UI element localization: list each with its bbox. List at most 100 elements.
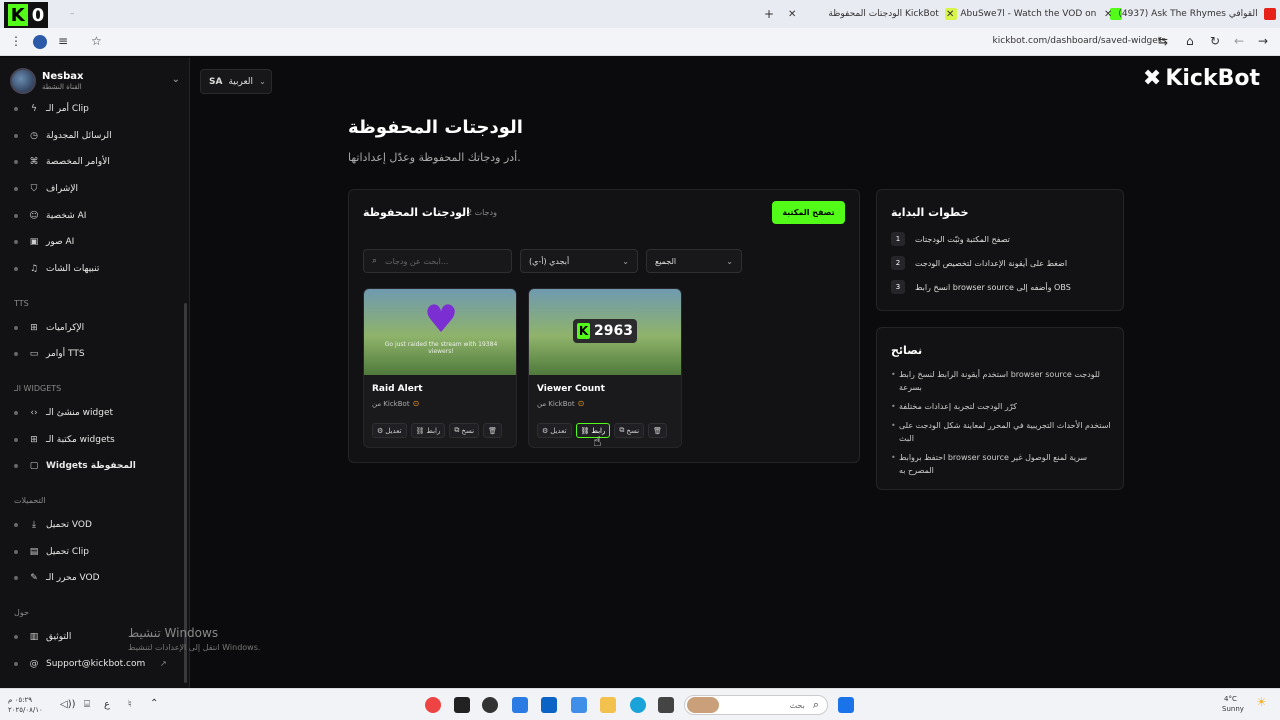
sidebar-item-widget-library[interactable]: ⊞ مكتبة الـ widgets	[14, 432, 115, 448]
chrome-icon[interactable]	[425, 697, 441, 713]
user-switcher[interactable]: Nesbax القناة النشطة ⌄	[10, 66, 182, 96]
new-tab-button[interactable]: +	[764, 4, 774, 24]
sun-icon[interactable]: ☀	[1256, 695, 1267, 709]
language-icon[interactable]: ع	[104, 699, 110, 710]
kickbot-logo[interactable]: ✖ KickBot	[1143, 66, 1260, 91]
duplicate-button[interactable]: ⧉ نسخ	[614, 423, 645, 438]
search-icon: ⌕	[372, 256, 378, 266]
sidebar-item-ai-persona[interactable]: ☺ شخصية AI	[14, 208, 86, 224]
widget-card-viewer-count[interactable]: K 2963 Viewer Count من KickBot ⊙ ⚙ تعديل …	[528, 288, 682, 448]
store-icon[interactable]	[541, 697, 557, 713]
tab-youtube[interactable]: ✕ (4937) Ask The Rhymes القوافي	[1104, 4, 1276, 24]
language-select[interactable]: SA العربية ⌄	[200, 69, 272, 94]
taskbar-search[interactable]: بحث ⌕	[684, 695, 828, 715]
external-link-icon: ↗	[160, 659, 167, 668]
app-icon[interactable]	[454, 697, 470, 713]
sidebar-item-label: محرر الـ VOD	[46, 573, 100, 583]
edit-button[interactable]: ⚙ تعديل	[372, 423, 407, 438]
edit-button[interactable]: ⚙ تعديل	[537, 423, 572, 438]
url-field[interactable]: kickbot.com/dashboard/saved-widgets	[993, 36, 1166, 46]
sidebar-item-scheduled-messages[interactable]: ◷ الرسائل المجدولة	[14, 128, 112, 144]
sidebar-item-docs[interactable]: ▥ التوثيق	[14, 629, 71, 645]
sidebar-item-custom-commands[interactable]: ⌘ الأوامر المخصصة	[14, 154, 110, 170]
microphone-icon[interactable]: ♮	[128, 699, 132, 710]
sidebar-section-tts: TTS	[14, 299, 29, 308]
sidebar-item-clip-download[interactable]: ▤ تحميل Clip	[14, 544, 89, 560]
command-icon: ⌘	[29, 157, 39, 167]
sidebar-item-tips[interactable]: ⊞ الإكراميات	[14, 320, 84, 336]
chevron-down-icon: ⌄	[726, 256, 733, 266]
widget-author: من KickBot ⊙	[537, 399, 585, 408]
sidebar-item-ai-images[interactable]: ▣ صور AI	[14, 234, 74, 250]
close-icon[interactable]: ✕	[946, 9, 954, 20]
close-icon[interactable]: ✕	[788, 9, 796, 20]
sidebar-item-label: Widgets المحفوظة	[46, 461, 136, 471]
edge-icon[interactable]	[630, 697, 646, 713]
tab-vod[interactable]: ✕ AbuSwe7l - Watch the VOD on	[946, 4, 1123, 24]
windows-start-icon[interactable]	[838, 697, 854, 713]
taskbar-date: ٢٠٢٥/٠٨/١٠	[8, 706, 43, 714]
chevron-down-icon[interactable]: ⌄	[172, 74, 180, 85]
obs-icon[interactable]	[482, 697, 498, 713]
search-input[interactable]	[385, 256, 496, 266]
tips-title: نصائح	[891, 344, 923, 357]
widget-author: من KickBot ⊙	[372, 399, 420, 408]
file-icon: ▤	[29, 547, 39, 557]
tab-active[interactable]: ✕ الودجتات المحفوظة KickBot	[788, 4, 957, 24]
folder-icon[interactable]	[600, 697, 616, 713]
search-box[interactable]: ⌕	[363, 249, 512, 273]
window-minimize-icon[interactable]: –	[70, 4, 75, 24]
widget-card-raid-alert[interactable]: ♥ Go just raided the stream with 19384 v…	[363, 288, 517, 448]
sidebar-item-vod-editor[interactable]: ✎ محرر الـ VOD	[14, 570, 100, 586]
sidebar-section-downloads: التحميلات	[14, 496, 46, 505]
bookmark-icon: ▢	[29, 461, 39, 471]
sidebar-item-label: التوثيق	[46, 632, 72, 642]
chevron-up-icon[interactable]: ⌃	[150, 698, 158, 709]
code-icon: ‹›	[30, 408, 38, 418]
speaker-icon[interactable]: ◁))	[60, 699, 76, 710]
app-icon[interactable]	[571, 697, 587, 713]
sidebar-item-clip-command[interactable]: ϟ أمر الـ Clip	[14, 101, 89, 117]
forward-icon[interactable]: ←	[1234, 34, 1244, 48]
reload-icon[interactable]: ↻	[1210, 34, 1220, 48]
heart-icon: ♥	[423, 297, 459, 341]
sidebar-item-tts-commands[interactable]: ▭ أوامر TTS	[14, 346, 85, 362]
sidebar-item-chat-alerts[interactable]: ♫ تنبيهات الشات	[14, 261, 99, 277]
getting-started-title: خطوات البداية	[891, 206, 969, 219]
link-icon: ⛓	[415, 426, 425, 435]
app-icon[interactable]	[512, 697, 528, 713]
tips-panel: نصائح استخدم أيقونة الرابط لنسخ رابط bro…	[876, 327, 1124, 490]
sidebar-section-about: حول	[14, 608, 29, 617]
sidebar-item-label: الأوامر المخصصة	[46, 157, 110, 167]
more-menu-icon[interactable]: ⋮	[10, 34, 22, 48]
site-settings-icon[interactable]: ⇆	[1158, 34, 1168, 48]
filter-select[interactable]: الجميع ⌄	[646, 249, 742, 273]
shield-icon: ⛉	[30, 184, 38, 194]
delete-button[interactable]: 🗑	[483, 423, 502, 438]
taskbar-time: ٠٥:٢٩ م	[8, 696, 32, 704]
sidebar-item-vod-download[interactable]: ⤓ تحميل VOD	[14, 517, 92, 533]
youtube-favicon-icon	[1263, 8, 1276, 20]
close-icon[interactable]: ✕	[1104, 9, 1112, 20]
app-icon[interactable]	[658, 697, 674, 713]
user-name: Nesbax	[42, 71, 84, 82]
delete-button[interactable]: 🗑	[648, 423, 667, 438]
sort-select[interactable]: أبجدي (أ-ي) ⌄	[520, 249, 638, 273]
home-icon[interactable]: ⌂	[1186, 34, 1194, 48]
browse-library-button[interactable]: تصفح المكتبة	[772, 201, 845, 224]
sidebar-item-moderation[interactable]: ⛉ الإشراف	[14, 181, 78, 197]
sidebar-item-support[interactable]: @ Support@kickbot.com	[14, 656, 145, 672]
sidebar-item-saved-widgets[interactable]: ▢ Widgets المحفوظة	[14, 458, 136, 474]
mouse-pointer-icon: ☝	[593, 434, 602, 450]
profile-avatar-icon[interactable]	[33, 35, 47, 49]
network-icon[interactable]: ⌸	[84, 699, 90, 710]
back-icon[interactable]: →	[1258, 34, 1268, 48]
widget-actions: ⚙ تعديل ⛓ رابط ⧉ نسخ 🗑	[372, 423, 502, 438]
duplicate-button[interactable]: ⧉ نسخ	[449, 423, 480, 438]
link-button[interactable]: ⛓ رابط	[410, 423, 446, 438]
reading-list-icon[interactable]: ≡	[58, 34, 68, 48]
sidebar-item-widget-builder[interactable]: ‹› منشئ الـ widget	[14, 405, 113, 421]
language-code: SA	[209, 76, 223, 87]
bookmark-star-icon[interactable]: ☆	[91, 34, 102, 48]
grid-icon: ⊞	[30, 435, 38, 445]
